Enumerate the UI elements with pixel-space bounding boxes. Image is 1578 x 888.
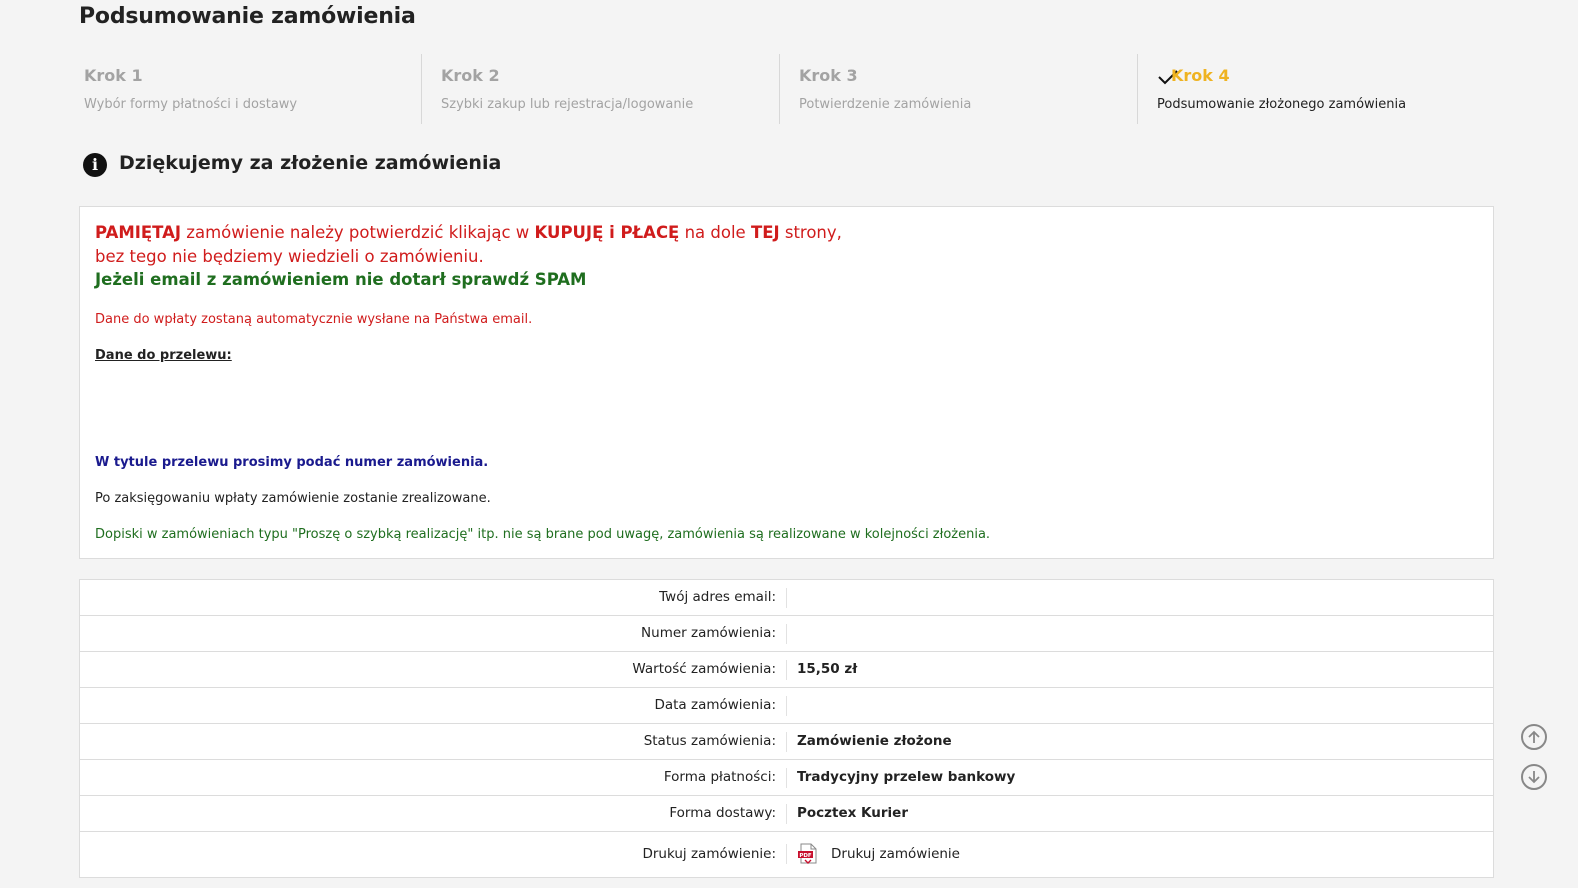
step-2: Krok 2 Szybki zakup lub rejestracja/logo… xyxy=(421,54,779,124)
payment-method-label: Forma płatności: xyxy=(663,769,776,785)
step-1-number: Krok 1 xyxy=(84,66,143,85)
remarks-info: Dopiski w zamówieniach typu "Proszę o sz… xyxy=(95,527,991,542)
payment-method: Tradycyjny przelew bankowy xyxy=(797,769,1016,785)
reminder-button-name: KUPUJĘ i PŁACĘ xyxy=(534,223,680,242)
transfer-data-heading: Dane do przelewu: xyxy=(95,348,232,363)
step-1: Krok 1 Wybór formy płatności i dostawy xyxy=(79,54,421,124)
step-separator xyxy=(779,54,780,124)
order-date-label: Data zamówienia: xyxy=(654,697,776,713)
order-details-table: Twój adres email: Numer zamówienia: Wart… xyxy=(79,579,1494,878)
svg-text:PDF: PDF xyxy=(799,853,812,859)
thanks-title: Dziękujemy za złożenie zamówienia xyxy=(119,152,502,174)
table-row: Forma dostawy: Pocztex Kurier xyxy=(80,796,1493,832)
order-value: 15,50 zł xyxy=(797,661,858,677)
page-title: Podsumowanie zamówienia xyxy=(79,4,416,29)
arrow-down-circle-icon xyxy=(1528,771,1540,784)
order-number-label: Numer zamówienia: xyxy=(641,625,776,641)
order-value-label: Wartość zamówienia: xyxy=(632,661,776,677)
info-icon: i xyxy=(83,153,107,177)
step-4: Krok 4 Podsumowanie złożonego zamówienia xyxy=(1137,54,1495,124)
scroll-up-button[interactable] xyxy=(1521,724,1547,750)
order-notice-box: PAMIĘTAJ zamówienie należy potwierdzić k… xyxy=(79,206,1494,559)
table-row: Twój adres email: xyxy=(80,580,1493,616)
step-separator xyxy=(421,54,422,124)
delivery-method-label: Forma dostawy: xyxy=(669,805,776,821)
order-status: Zamówienie złożone xyxy=(797,733,952,749)
reminder-text: strony, xyxy=(779,223,842,242)
reminder-emphasis: TEJ xyxy=(750,223,780,242)
step-4-number: Krok 4 xyxy=(1171,66,1230,85)
step-3-number: Krok 3 xyxy=(799,66,858,85)
pdf-icon[interactable]: PDF xyxy=(797,843,819,867)
reminder-text: na dole xyxy=(679,223,751,242)
arrow-up-circle-icon xyxy=(1528,730,1540,743)
step-separator xyxy=(1137,54,1138,124)
confirm-reminder-continued: bez tego nie będziemy wiedzieli o zamówi… xyxy=(95,247,484,266)
step-3: Krok 3 Potwierdzenie zamówienia xyxy=(779,54,1137,124)
delivery-method: Pocztex Kurier xyxy=(797,805,908,821)
checkout-steps: Krok 1 Wybór formy płatności i dostawy K… xyxy=(79,54,1495,124)
reminder-text: zamówienie należy potwierdzić klikając w xyxy=(181,223,535,242)
step-4-description: Podsumowanie złożonego zamówienia xyxy=(1157,97,1407,112)
spam-hint: Jeżeli email z zamówieniem nie dotarł sp… xyxy=(95,270,587,289)
table-row: Forma płatności: Tradycyjny przelew bank… xyxy=(80,760,1493,796)
print-order-link[interactable]: Drukuj zamówienie xyxy=(831,832,960,877)
table-row: Wartość zamówienia: 15,50 zł xyxy=(80,652,1493,688)
step-3-description: Potwierdzenie zamówienia xyxy=(799,97,972,112)
after-payment-info: Po zaksięgowaniu wpłaty zamówienie zosta… xyxy=(95,491,491,506)
scroll-down-button[interactable] xyxy=(1521,764,1547,790)
print-order-label: Drukuj zamówienie: xyxy=(642,846,776,862)
table-row: Status zamówienia: Zamówienie złożone xyxy=(80,724,1493,760)
auto-email-info: Dane do wpłaty zostaną automatycznie wys… xyxy=(95,312,533,327)
step-2-number: Krok 2 xyxy=(441,66,500,85)
reminder-emphasis: PAMIĘTAJ xyxy=(95,223,182,242)
table-row: Numer zamówienia: xyxy=(80,616,1493,652)
confirm-reminder: PAMIĘTAJ zamówienie należy potwierdzić k… xyxy=(95,223,842,242)
step-2-description: Szybki zakup lub rejestracja/logowanie xyxy=(441,97,694,112)
order-status-label: Status zamówienia: xyxy=(643,733,776,749)
table-row: Drukuj zamówienie: PDF Drukuj zamówienie xyxy=(80,832,1493,877)
step-1-description: Wybór formy płatności i dostawy xyxy=(84,97,298,112)
transfer-title-hint: W tytule przelewu prosimy podać numer za… xyxy=(95,455,489,470)
table-row: Data zamówienia: xyxy=(80,688,1493,724)
email-label: Twój adres email: xyxy=(659,589,776,605)
